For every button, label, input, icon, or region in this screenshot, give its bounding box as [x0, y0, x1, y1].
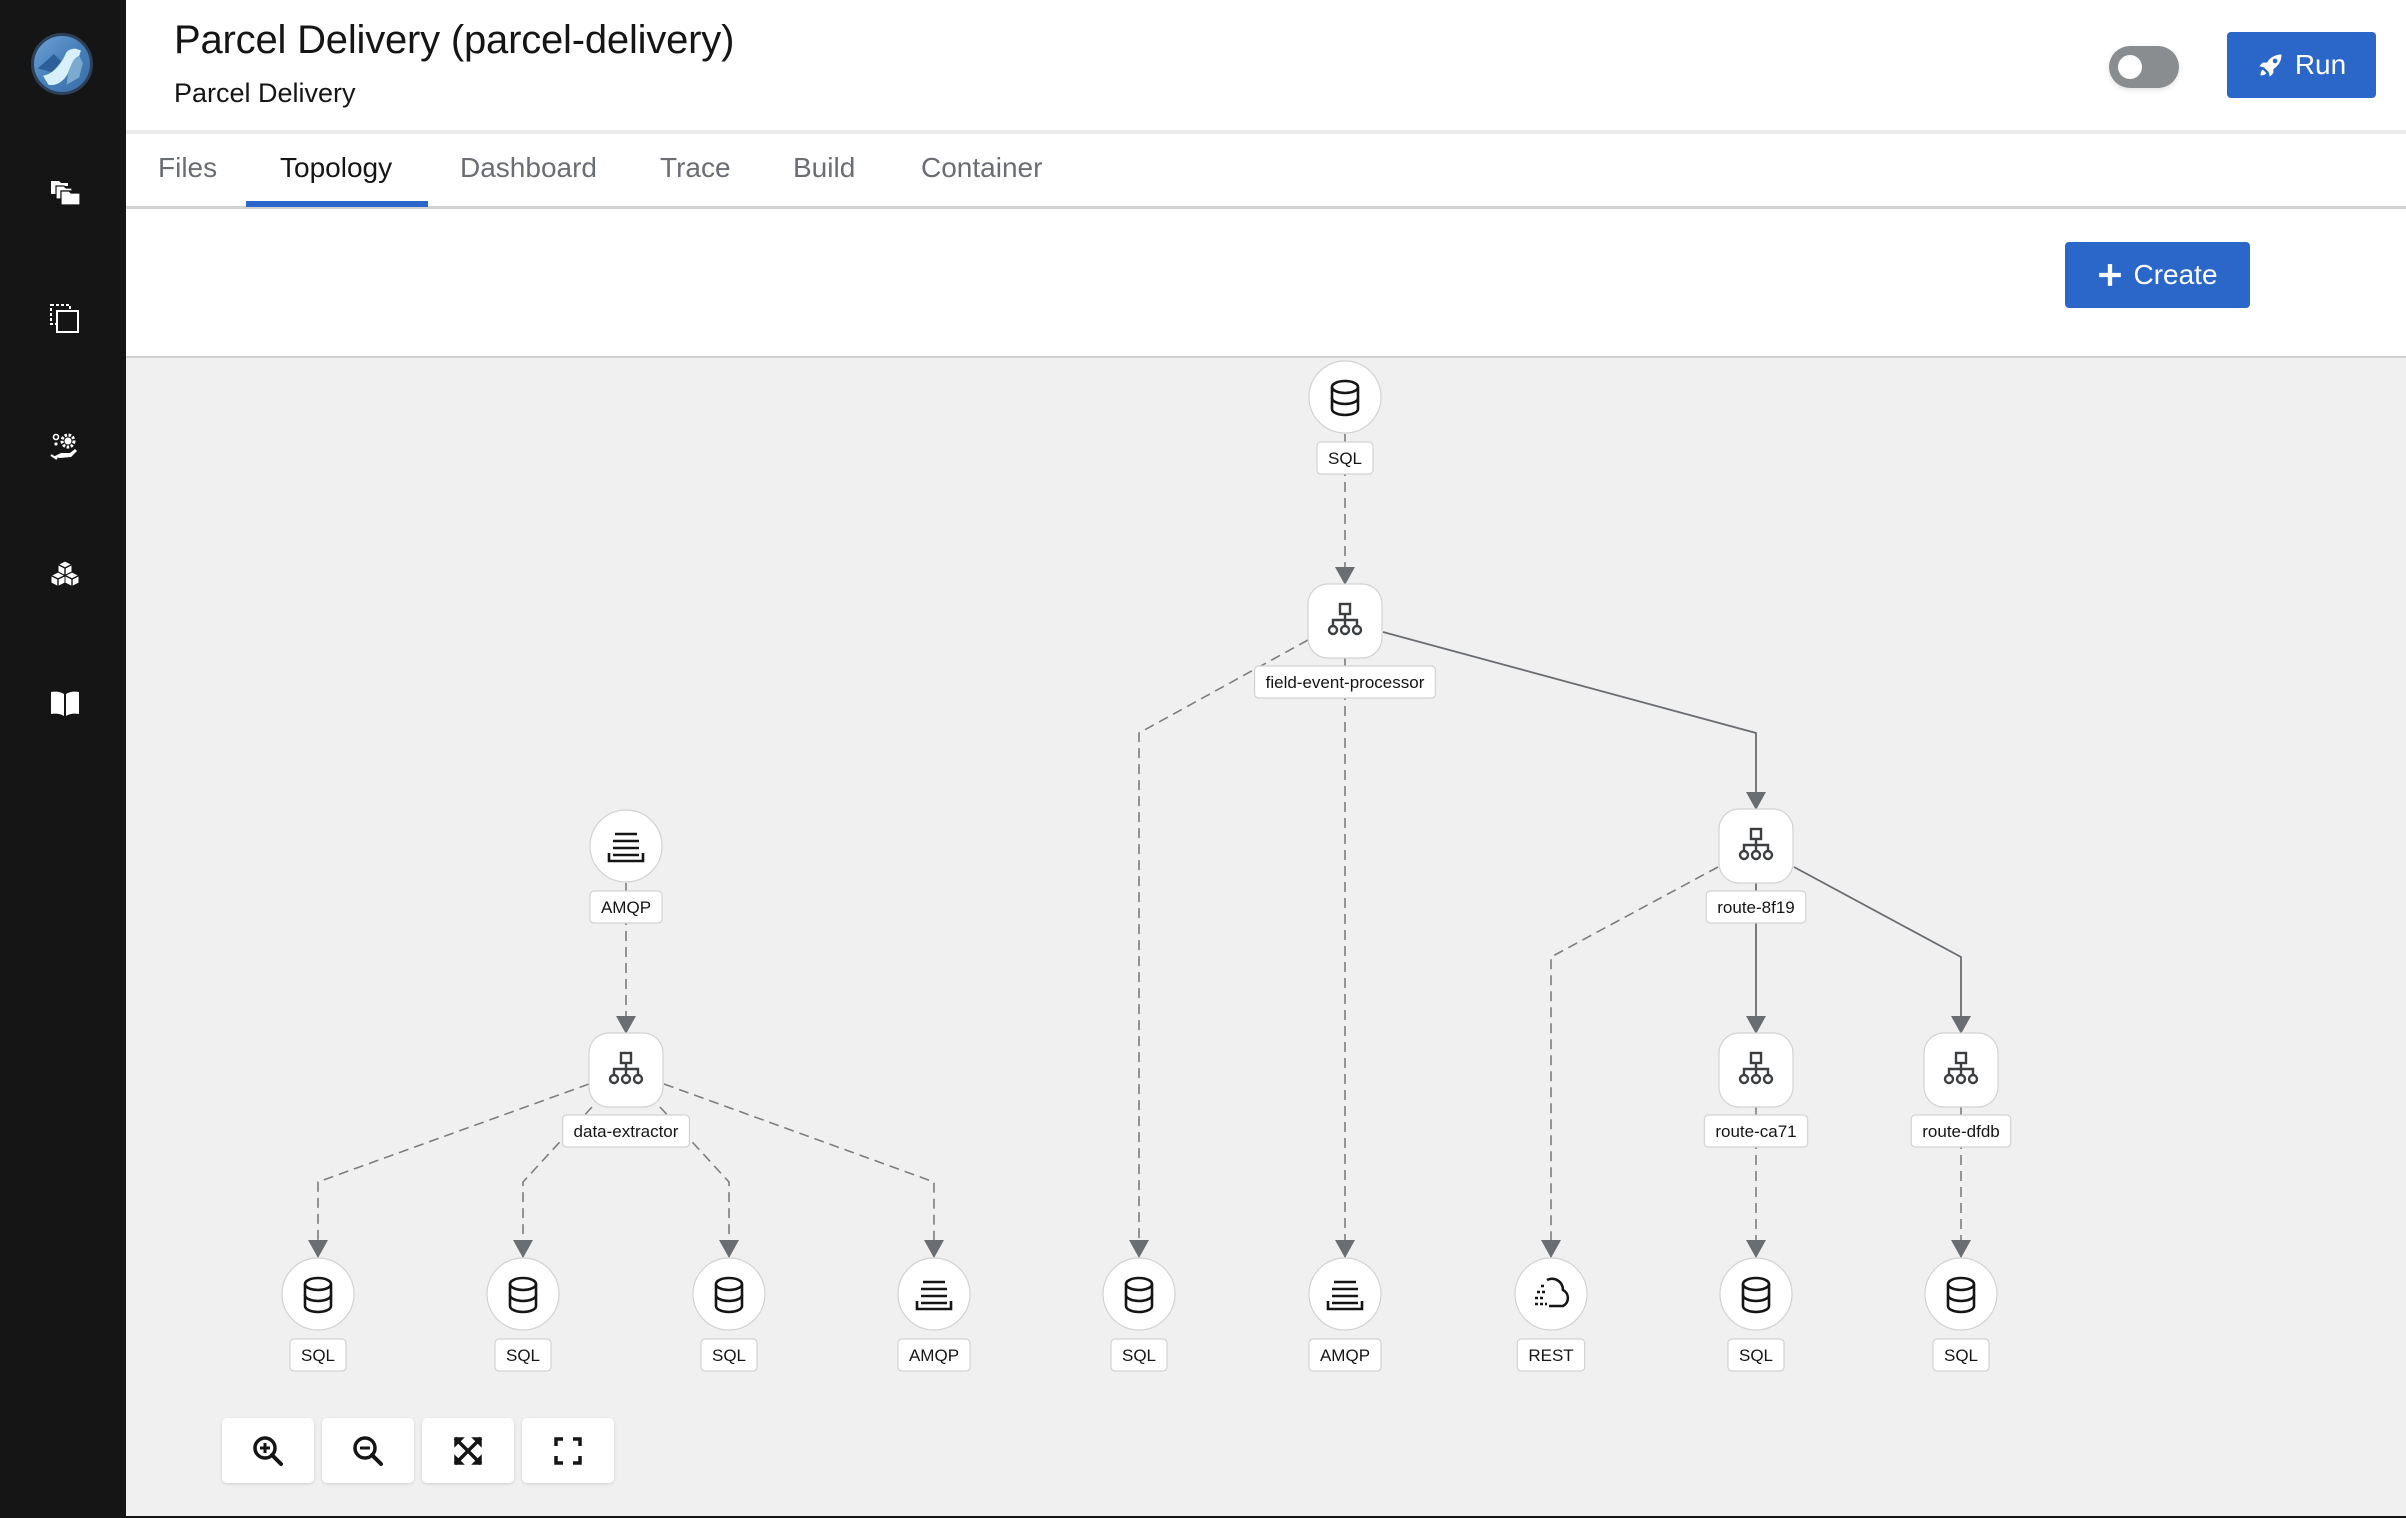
topology-node-fep-amqp[interactable]: AMQP: [1308, 1257, 1382, 1372]
topology-node-route-dfdb[interactable]: route-dfdb: [1910, 1032, 2012, 1148]
endpoint-node-shape[interactable]: [1719, 1257, 1793, 1331]
topology-node-data-extractor[interactable]: data-extractor: [561, 1032, 691, 1148]
topology-node-sql-top[interactable]: SQL: [1308, 360, 1382, 475]
endpoint-node-shape[interactable]: [692, 1257, 766, 1331]
node-label: route-ca71: [1715, 1122, 1796, 1141]
topology-node-r8f19-rest[interactable]: REST: [1514, 1257, 1588, 1372]
topology-node-amqp-in[interactable]: AMQP: [589, 809, 663, 924]
zoom-in-button[interactable]: [222, 1418, 314, 1483]
zoom-out-icon: [353, 1435, 383, 1466]
fit-to-screen-icon: [453, 1436, 483, 1465]
edge-route-8f19-to-r8f19-rest[interactable]: [1541, 866, 1719, 1258]
topology-graph: SQL field-event-processor AMQP data-extr…: [281, 360, 2012, 1372]
topology-node-field-event-processor[interactable]: field-event-processor: [1254, 583, 1436, 699]
reset-view-icon: [554, 1436, 582, 1465]
endpoint-node-shape[interactable]: [486, 1257, 560, 1331]
zoom-in-icon: [253, 1435, 283, 1466]
zoom-controls: [222, 1418, 614, 1483]
topology-node-dfdb-sql[interactable]: SQL: [1924, 1257, 1998, 1372]
node-label: REST: [1528, 1346, 1573, 1365]
node-label: field-event-processor: [1266, 673, 1425, 692]
node-label: SQL: [712, 1346, 746, 1365]
endpoint-node-shape[interactable]: [1924, 1257, 1998, 1331]
endpoint-node-shape[interactable]: [1308, 1257, 1382, 1331]
node-label: SQL: [1122, 1346, 1156, 1365]
fit-to-screen-button[interactable]: [422, 1418, 514, 1483]
endpoint-node-shape[interactable]: [1514, 1257, 1588, 1331]
node-label: SQL: [1739, 1346, 1773, 1365]
reset-view-button[interactable]: [522, 1418, 614, 1483]
topology-node-de-amqp[interactable]: AMQP: [897, 1257, 971, 1372]
endpoint-node-shape[interactable]: [897, 1257, 971, 1331]
topology-node-de-sql-3[interactable]: SQL: [692, 1257, 766, 1372]
edge-data-extractor-to-de-amqp[interactable]: [663, 1083, 944, 1258]
topology-node-ca71-sql[interactable]: SQL: [1719, 1257, 1793, 1372]
node-label: SQL: [1328, 449, 1362, 468]
topology-canvas[interactable]: SQL field-event-processor AMQP data-extr…: [126, 358, 2406, 1516]
node-label: data-extractor: [574, 1122, 679, 1141]
endpoint-node-shape[interactable]: [1308, 360, 1382, 434]
node-label: SQL: [1944, 1346, 1978, 1365]
zoom-out-button[interactable]: [322, 1418, 414, 1483]
edge-field-event-processor-to-route-8f19[interactable]: [1382, 631, 1766, 810]
node-label: route-dfdb: [1922, 1122, 2000, 1141]
node-label: SQL: [301, 1346, 335, 1365]
node-label: AMQP: [909, 1346, 959, 1365]
endpoint-node-shape[interactable]: [589, 809, 663, 883]
topology-node-route-ca71[interactable]: route-ca71: [1703, 1032, 1809, 1148]
edge-data-extractor-to-de-sql-1[interactable]: [308, 1083, 590, 1258]
node-label: SQL: [506, 1346, 540, 1365]
edge-route-8f19-to-route-dfdb[interactable]: [1793, 866, 1971, 1034]
node-label: AMQP: [1320, 1346, 1370, 1365]
node-label: route-8f19: [1717, 898, 1795, 917]
topology-node-route-8f19[interactable]: route-8f19: [1705, 808, 1807, 924]
endpoint-node-shape[interactable]: [1102, 1257, 1176, 1331]
edge-field-event-processor-to-fep-sql[interactable]: [1129, 639, 1309, 1258]
topology-node-fep-sql[interactable]: SQL: [1102, 1257, 1176, 1372]
topology-node-de-sql-1[interactable]: SQL: [281, 1257, 355, 1372]
endpoint-node-shape[interactable]: [281, 1257, 355, 1331]
topology-node-de-sql-2[interactable]: SQL: [486, 1257, 560, 1372]
node-label: AMQP: [601, 898, 651, 917]
